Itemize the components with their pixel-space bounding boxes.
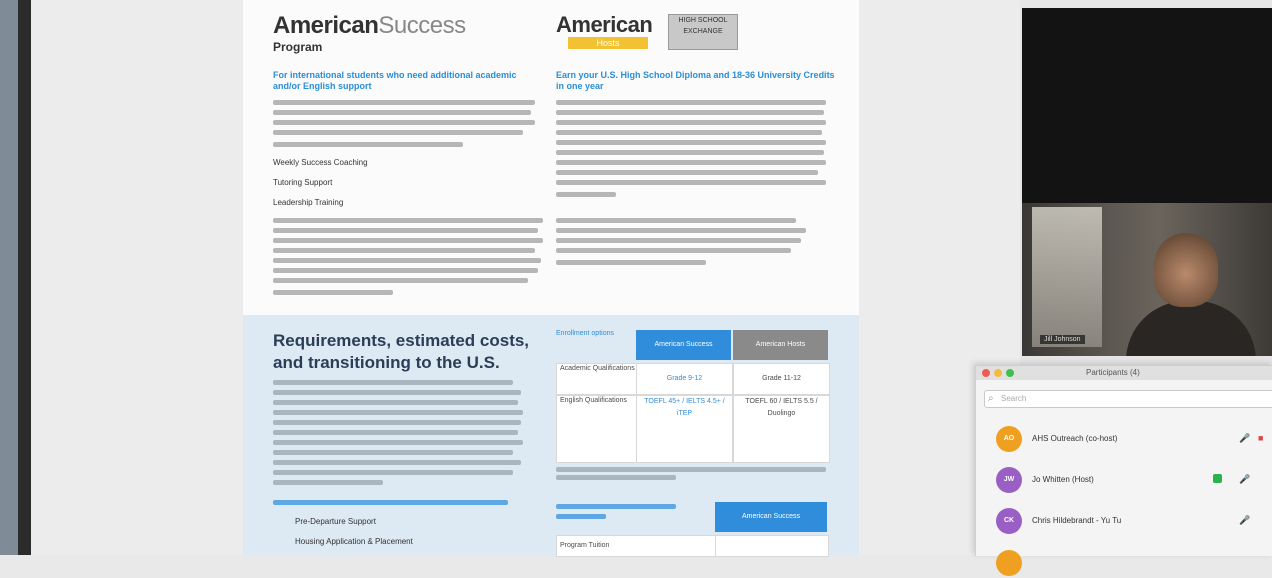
close-icon[interactable] — [982, 369, 990, 377]
microphone-icon[interactable]: 🎤 — [1239, 474, 1250, 485]
search-placeholder: Search — [1001, 394, 1027, 403]
participant-row[interactable]: CK Chris Hildebrandt - Yu Tu 🎤 — [976, 504, 1272, 538]
table-cell: TOEFL 45+ / IELTS 4.5+ / iTEP — [636, 395, 733, 463]
participants-titlebar[interactable]: Participants (4) — [976, 366, 1272, 380]
page-top-section: AmericanSuccess Program American Hosts H… — [243, 0, 859, 315]
video-name-tag: Jill Johnson — [1040, 335, 1085, 344]
american-success-logo: AmericanSuccess — [273, 12, 466, 39]
microphone-icon[interactable]: 🎤 — [1239, 433, 1250, 444]
maximize-icon[interactable] — [1006, 369, 1014, 377]
minimize-icon[interactable] — [994, 369, 1002, 377]
table-header-american-hosts: American Hosts — [733, 330, 828, 360]
bullet-item: Tutoring Support — [273, 178, 333, 187]
table-row-label: Academic Qualifications — [556, 363, 639, 395]
participant-row[interactable] — [976, 544, 1272, 578]
camera-off-icon[interactable]: ■ — [1258, 433, 1263, 443]
american-hosts-logo: American — [556, 12, 653, 37]
sub-list-item: Pre-Departure Support — [295, 517, 376, 526]
window-border — [18, 0, 31, 555]
person-head — [1154, 233, 1218, 307]
avatar: JW — [996, 467, 1022, 493]
sub-list-item: Housing Application & Placement — [295, 537, 413, 546]
avatar: CK — [996, 508, 1022, 534]
table-row-label: English Qualifications — [556, 395, 639, 463]
high-school-badge: HIGH SCHOOL EXCHANGE — [668, 14, 738, 50]
avatar: AO — [996, 426, 1022, 452]
requirements-section: Requirements, estimated costs, and trans… — [243, 315, 859, 557]
participant-name: Chris Hildebrandt - Yu Tu — [1032, 516, 1122, 525]
window-light — [1032, 207, 1102, 347]
second-table-cell — [715, 535, 829, 557]
screen-share-icon — [1213, 474, 1222, 483]
second-table-label — [556, 502, 706, 530]
document-viewer: AmericanSuccess Program American Hosts H… — [31, 0, 1020, 557]
desktop-edge — [0, 0, 18, 555]
table-cell: Grade 9-12 — [636, 363, 733, 395]
participant-row[interactable]: JW Jo Whitten (Host) 🎤 — [976, 463, 1272, 497]
logo-subtitle: Program — [273, 40, 323, 54]
microphone-icon[interactable]: 🎤 — [1239, 515, 1250, 526]
table-header-label: Enrollment options — [556, 330, 614, 337]
participant-search-input[interactable]: ⌕ Search — [984, 390, 1272, 408]
table-cell: Grade 11-12 — [733, 363, 830, 395]
bullet-item: Weekly Success Coaching — [273, 158, 368, 167]
participant-row[interactable]: AO AHS Outreach (co-host) 🎤 ■ — [976, 422, 1272, 456]
participants-title: Participants (4) — [1086, 368, 1140, 377]
avatar — [996, 550, 1022, 576]
left-column-heading: For international students who need addi… — [273, 70, 517, 91]
requirements-title: Requirements, estimated costs, and trans… — [273, 331, 530, 372]
hosts-label: Hosts — [568, 37, 648, 49]
table-header-american-success: American Success — [636, 330, 731, 360]
second-table-row-label: Program Tuition — [556, 535, 716, 557]
search-icon: ⌕ — [988, 393, 994, 404]
table-cell: TOEFL 60 / IELTS 5.5 / Duolingo — [733, 395, 830, 463]
participant-video[interactable]: Jill Johnson — [1022, 203, 1272, 356]
document-page: AmericanSuccess Program American Hosts H… — [243, 0, 859, 557]
participants-window[interactable]: Participants (4) ⌕ Search AO AHS Outreac… — [975, 365, 1272, 576]
second-table-header: American Success — [715, 502, 827, 532]
participant-name: Jo Whitten (Host) — [1032, 475, 1094, 484]
bullet-item: Leadership Training — [273, 198, 344, 207]
shared-video-area — [1022, 8, 1272, 203]
participant-name: AHS Outreach (co-host) — [1032, 434, 1118, 443]
right-column-heading: Earn your U.S. High School Diploma and 1… — [556, 70, 835, 91]
